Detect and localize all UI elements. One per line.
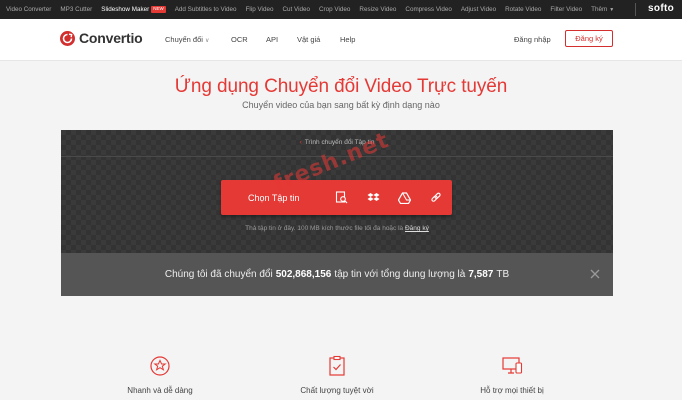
topbar-link-slideshow-maker[interactable]: Slideshow Maker NEW [101, 6, 166, 13]
nav-help[interactable]: Help [340, 35, 355, 44]
nav-convert[interactable]: Chuyển đổi ∨ [165, 35, 209, 44]
nav-convert-label: Chuyển đổi [165, 35, 203, 44]
drop-hint: Thả tập tin ở đây. 100 MB kích thước fil… [61, 225, 613, 232]
dropbox-icon[interactable] [358, 180, 389, 215]
topbar-link-label: Slideshow Maker [101, 6, 150, 13]
choose-file-label: Chọn Tập tin [248, 192, 300, 203]
nav-ocr[interactable]: OCR [231, 35, 248, 44]
page-subtitle: Chuyển video của bạn sang bất kỳ định dạ… [242, 100, 440, 110]
topbar-link-more[interactable]: Thêm ▼ [591, 6, 614, 13]
stats-middle: tập tin với tổng dung lượng là [334, 269, 466, 280]
nav-api[interactable]: API [266, 35, 278, 44]
topbar-link-add-subtitles[interactable]: Add Subtitles to Video [175, 6, 237, 13]
google-drive-icon[interactable] [389, 180, 420, 215]
feature-label: Chất lượng tuyệt vời [300, 386, 374, 395]
choose-file-button[interactable]: Chọn Tập tin [221, 180, 452, 215]
stats-file-count: 502,868,156 [275, 269, 332, 280]
topbar-link-flip-video[interactable]: Flip Video [246, 6, 274, 13]
login-link[interactable]: Đăng nhập [514, 35, 551, 44]
topbar-link-rotate-video[interactable]: Rotate Video [505, 6, 541, 13]
feature-quality: Chất lượng tuyệt vời [262, 354, 412, 395]
top-bar: Video Converter MP3 Cutter Slideshow Mak… [0, 0, 682, 19]
drop-hint-text: Thả tập tin ở đây. 100 MB kích thước fil… [245, 225, 404, 232]
stats-unit: TB [496, 269, 510, 280]
nav-pricing[interactable]: Vật giá [297, 35, 320, 44]
close-icon[interactable] [588, 267, 602, 281]
brand-name: Convertio [79, 30, 143, 46]
main-nav: Convertio Chuyển đổi ∨ OCR API Vật giá He… [0, 19, 682, 61]
star-badge-icon [148, 354, 172, 378]
topbar-link-mp3-cutter[interactable]: MP3 Cutter [60, 6, 92, 13]
softo-logo[interactable]: softo [648, 3, 674, 14]
link-icon[interactable] [421, 180, 452, 215]
topbar-link-compress-video[interactable]: Compress Video [405, 6, 451, 13]
devices-icon [500, 354, 524, 378]
feature-fast: Nhanh và dễ dàng [85, 354, 235, 395]
chevron-down-icon: ∨ [204, 38, 210, 44]
brand-logo[interactable]: Convertio [60, 30, 143, 46]
topbar-link-crop-video[interactable]: Crop Video [319, 6, 350, 13]
page-title: Ứng dụng Chuyển đổi Video Trực tuyến [174, 76, 508, 97]
feature-label: Hỗ trợ mọi thiết bị [480, 386, 544, 395]
topbar-divider [635, 3, 636, 16]
stats-size: 7,587 [468, 269, 494, 280]
breadcrumb: ‹ Trình chuyển đổi Tập tin [61, 139, 613, 146]
clipboard-check-icon [325, 354, 349, 378]
signup-button[interactable]: Đăng ký [565, 30, 613, 47]
topbar-more-label: Thêm [591, 6, 608, 13]
new-badge: NEW [151, 6, 166, 13]
topbar-link-resize-video[interactable]: Resize Video [359, 6, 396, 13]
feature-devices: Hỗ trợ mọi thiết bị [437, 354, 587, 395]
convertio-logo-icon [60, 30, 75, 46]
chevron-left-icon: ‹ [299, 139, 302, 146]
stats-prefix: Chúng tôi đã chuyển đổi [164, 269, 273, 280]
topbar-link-video-converter[interactable]: Video Converter [6, 6, 51, 13]
topbar-link-filter-video[interactable]: Filter Video [550, 6, 582, 13]
topbar-link-cut-video[interactable]: Cut Video [282, 6, 310, 13]
chevron-down-icon: ▼ [609, 6, 615, 13]
feature-label: Nhanh và dễ dàng [127, 386, 193, 395]
topbar-link-adjust-video[interactable]: Adjust Video [461, 6, 496, 13]
file-search-icon[interactable] [326, 180, 357, 215]
signup-link[interactable]: Đăng ký [405, 225, 429, 232]
stats-banner: Chúng tôi đã chuyển đổi 502,868,156 tập … [61, 253, 613, 296]
